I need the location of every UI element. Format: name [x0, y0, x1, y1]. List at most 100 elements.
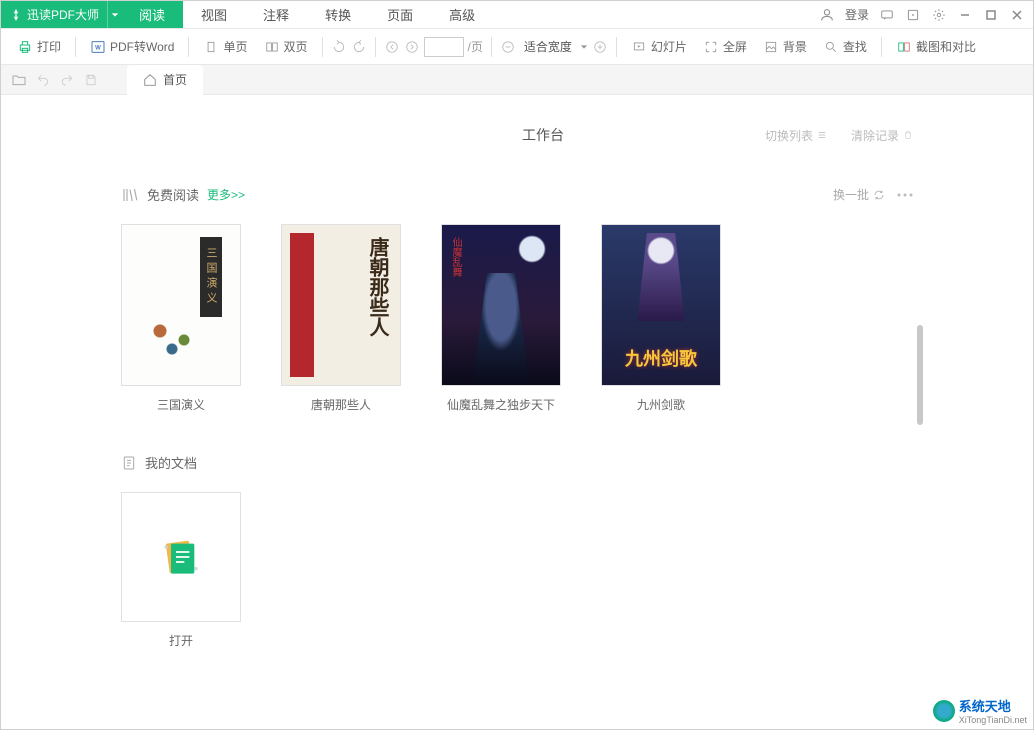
shuffle-button[interactable]: 换一批 — [833, 186, 885, 203]
single-page-icon — [203, 39, 219, 55]
undo-button[interactable] — [35, 72, 51, 88]
separator — [375, 37, 376, 57]
settings-icon[interactable] — [931, 7, 947, 23]
home-tab-label: 首页 — [163, 71, 187, 88]
screenshot-label: 截图和对比 — [916, 38, 976, 55]
clear-history-button[interactable]: 清除记录 — [851, 127, 913, 144]
menu-tab-advanced[interactable]: 高级 — [431, 1, 493, 28]
separator — [188, 37, 189, 57]
globe-icon — [933, 700, 955, 722]
workspace-header: 工作台 切换列表 清除记录 — [121, 125, 913, 145]
separator — [616, 37, 617, 57]
zoom-out-button[interactable] — [500, 39, 516, 55]
book-item[interactable]: 三国演义 三国演义 — [121, 224, 241, 413]
rotate-left-button[interactable] — [331, 39, 347, 55]
fullscreen-button[interactable]: 全屏 — [697, 34, 753, 59]
menu-tab-view[interactable]: 视图 — [183, 1, 245, 28]
titlebar-right: 登录 — [819, 1, 1033, 28]
close-button[interactable] — [1009, 7, 1025, 23]
find-label: 查找 — [843, 38, 867, 55]
chevron-down-icon — [580, 43, 588, 51]
user-icon[interactable] — [819, 7, 835, 23]
menu-tab-convert[interactable]: 转换 — [307, 1, 369, 28]
open-folder-button[interactable] — [11, 72, 27, 88]
save-button[interactable] — [83, 72, 99, 88]
background-icon — [763, 39, 779, 55]
menu-tab-page[interactable]: 页面 — [369, 1, 431, 28]
watermark: 系统天地 XiTongTianDi.net — [933, 696, 1027, 725]
print-label: 打印 — [37, 38, 61, 55]
zoom-in-button[interactable] — [592, 39, 608, 55]
pdf-to-word-button[interactable]: W PDF转Word — [84, 34, 180, 59]
books-icon — [121, 186, 139, 204]
prev-page-button[interactable] — [384, 39, 400, 55]
watermark-title: 系统天地 — [959, 696, 1027, 715]
single-page-button[interactable]: 单页 — [197, 34, 253, 59]
slideshow-icon — [631, 39, 647, 55]
find-button[interactable]: 查找 — [817, 34, 873, 59]
word-icon: W — [90, 39, 106, 55]
book-title: 三国演义 — [157, 396, 205, 413]
document-icon — [121, 455, 137, 471]
feedback-icon[interactable] — [905, 7, 921, 23]
rotate-right-button[interactable] — [351, 39, 367, 55]
docs-list: 打开 — [121, 492, 913, 649]
trash-icon — [903, 130, 913, 140]
maximize-button[interactable] — [983, 7, 999, 23]
fit-mode-select[interactable]: 适合宽度 — [520, 38, 576, 55]
fullscreen-label: 全屏 — [723, 38, 747, 55]
menu-tab-read[interactable]: 阅读 — [121, 1, 183, 28]
book-cover: 九州剑歌 — [601, 224, 721, 386]
my-docs-header: 我的文档 — [121, 453, 913, 472]
titlebar: 迅读PDF大师 阅读 视图 注释 转换 页面 高级 登录 — [1, 1, 1033, 29]
switch-list-button[interactable]: 切换列表 — [765, 127, 827, 144]
message-icon[interactable] — [879, 7, 895, 23]
slideshow-label: 幻灯片 — [651, 38, 687, 55]
menu-tabs: 阅读 视图 注释 转换 页面 高级 — [121, 1, 493, 28]
free-reading-label: 免费阅读 — [147, 185, 199, 204]
single-page-label: 单页 — [223, 38, 247, 55]
more-options-button[interactable] — [897, 193, 913, 197]
svg-text:W: W — [95, 45, 101, 51]
book-item[interactable]: 九州剑歌 九州剑歌 — [601, 224, 721, 413]
background-button[interactable]: 背景 — [757, 34, 813, 59]
screenshot-icon — [896, 39, 912, 55]
page-number-input[interactable] — [424, 37, 464, 57]
redo-button[interactable] — [59, 72, 75, 88]
book-list: 三国演义 三国演义 唐朝那些人 唐朝那些人 仙魔乱舞 仙魔乱舞之独步天下 — [121, 224, 913, 413]
double-page-label: 双页 — [284, 38, 308, 55]
background-label: 背景 — [783, 38, 807, 55]
app-brand: 迅读PDF大师 — [1, 1, 107, 28]
free-reading-header: 免费阅读 更多>> 换一批 — [121, 185, 913, 204]
book-item[interactable]: 仙魔乱舞 仙魔乱舞之独步天下 — [441, 224, 561, 413]
app-name: 迅读PDF大师 — [27, 6, 99, 23]
login-label[interactable]: 登录 — [845, 6, 869, 23]
double-page-button[interactable]: 双页 — [258, 34, 314, 59]
open-doc-item[interactable]: 打开 — [121, 492, 241, 649]
watermark-url: XiTongTianDi.net — [959, 715, 1027, 725]
separator — [881, 37, 882, 57]
open-card — [121, 492, 241, 622]
pdf-to-word-label: PDF转Word — [110, 38, 174, 55]
book-cover: 唐朝那些人 — [281, 224, 401, 386]
more-link[interactable]: 更多>> — [207, 186, 245, 203]
open-file-icon — [156, 532, 206, 582]
chevron-down-icon — [111, 11, 119, 19]
book-cover: 三国演义 — [121, 224, 241, 386]
home-tab[interactable]: 首页 — [127, 65, 203, 95]
next-page-button[interactable] — [404, 39, 420, 55]
content-area: 工作台 切换列表 清除记录 免费阅读 更多>> 换一批 三国演义 三国演义 — [1, 95, 1033, 729]
minimize-button[interactable] — [957, 7, 973, 23]
brand-dropdown[interactable] — [107, 1, 121, 28]
scrollbar[interactable] — [917, 325, 923, 425]
list-icon — [817, 130, 827, 140]
print-button[interactable]: 打印 — [11, 34, 67, 59]
app-logo-icon — [9, 8, 23, 22]
search-icon — [823, 39, 839, 55]
print-icon — [17, 39, 33, 55]
slideshow-button[interactable]: 幻灯片 — [625, 34, 693, 59]
screenshot-button[interactable]: 截图和对比 — [890, 34, 982, 59]
menu-tab-annotate[interactable]: 注释 — [245, 1, 307, 28]
book-item[interactable]: 唐朝那些人 唐朝那些人 — [281, 224, 401, 413]
separator — [75, 37, 76, 57]
